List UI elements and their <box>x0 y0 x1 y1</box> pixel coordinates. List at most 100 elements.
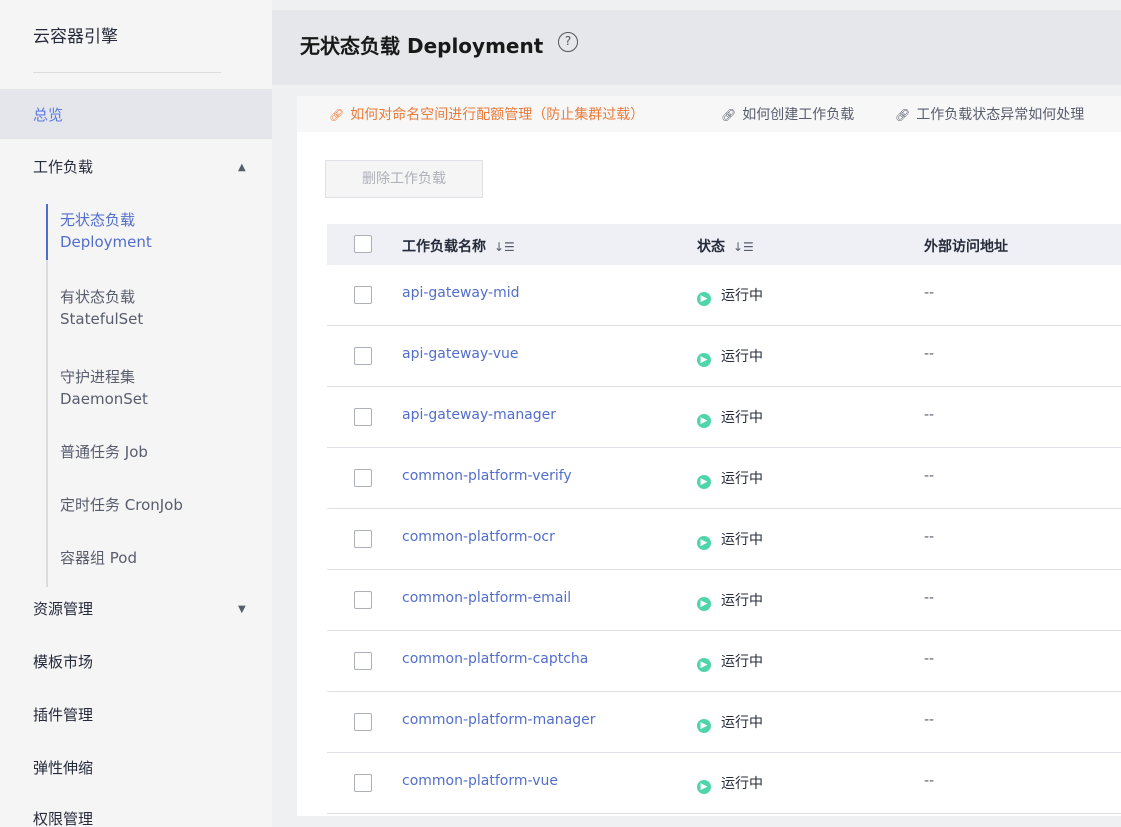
help-icon[interactable]: ? <box>558 32 578 52</box>
nav-permissions[interactable]: 权限管理 <box>0 802 272 827</box>
nav-daemonset-cn: 守护进程集 <box>60 368 136 386</box>
address-cell: -- <box>924 712 935 728</box>
row-checkbox[interactable] <box>354 408 372 426</box>
workload-name-link[interactable]: common-platform-verify <box>402 468 572 484</box>
link-icon: 🔗︎ <box>721 108 737 122</box>
status-text: 运行中 <box>721 776 763 792</box>
nav-daemonset[interactable]: 守护进程集 DaemonSet <box>60 366 148 410</box>
table-row: common-platform-ocr ▶ 运行中 -- <box>327 509 1121 570</box>
row-checkbox[interactable] <box>354 469 372 487</box>
page-title: 无状态负载 Deployment <box>300 34 544 58</box>
nav-scaling[interactable]: 弹性伸缩 <box>0 751 272 787</box>
address-cell: -- <box>924 407 935 423</box>
help-link-abnormal[interactable]: 🔗︎ 工作负载状态异常如何处理 <box>895 104 1084 124</box>
table-row: api-gateway-vue ▶ 运行中 -- <box>327 326 1121 387</box>
status-text: 运行中 <box>721 410 763 426</box>
select-all-checkbox[interactable] <box>354 235 372 253</box>
address-cell: -- <box>924 468 935 484</box>
running-icon: ▶ <box>697 292 711 306</box>
status-cell: ▶ 运行中 <box>697 590 763 611</box>
status-cell: ▶ 运行中 <box>697 651 763 672</box>
running-icon: ▶ <box>697 597 711 611</box>
row-checkbox[interactable] <box>354 347 372 365</box>
address-cell: -- <box>924 773 935 789</box>
running-icon: ▶ <box>697 536 711 550</box>
nav-workload-label: 工作负载 <box>33 158 94 176</box>
nav-deployment[interactable]: 无状态负载 Deployment <box>60 209 152 253</box>
table-header: 工作负载名称 ↓☰ 状态 ↓☰ 外部访问地址 <box>327 224 1121 265</box>
workload-name-link[interactable]: api-gateway-vue <box>402 346 519 362</box>
nav-statefulset-cn: 有状态负载 <box>60 288 136 306</box>
nav-job[interactable]: 普通任务 Job <box>60 441 148 463</box>
help-link-create[interactable]: 🔗︎ 如何创建工作负载 <box>721 104 854 124</box>
workload-name-link[interactable]: api-gateway-manager <box>402 407 556 423</box>
nav-deployment-cn: 无状态负载 <box>60 211 136 229</box>
row-checkbox[interactable] <box>354 774 372 792</box>
row-checkbox[interactable] <box>354 286 372 304</box>
running-icon: ▶ <box>697 353 711 367</box>
workload-name-link[interactable]: common-platform-captcha <box>402 651 588 667</box>
status-cell: ▶ 运行中 <box>697 468 763 489</box>
page-header: 无状态负载 Deployment ? <box>272 10 1121 85</box>
link-icon: 🔗︎ <box>895 108 911 122</box>
workload-name-link[interactable]: common-platform-manager <box>402 712 596 728</box>
row-checkbox[interactable] <box>354 713 372 731</box>
nav-scaling-label: 弹性伸缩 <box>33 759 94 777</box>
status-cell: ▶ 运行中 <box>697 407 763 428</box>
nav-permissions-label: 权限管理 <box>33 810 94 827</box>
nav-plugins[interactable]: 插件管理 <box>0 698 272 734</box>
workload-name-link[interactable]: common-platform-email <box>402 590 571 606</box>
sort-icon[interactable]: ↓☰ <box>494 240 515 254</box>
table-row: api-gateway-mid ▶ 运行中 -- <box>327 265 1121 326</box>
address-cell: -- <box>924 285 935 301</box>
nav-pod[interactable]: 容器组 Pod <box>60 547 137 569</box>
status-text: 运行中 <box>721 593 763 609</box>
brand-title: 云容器引擎 <box>33 27 118 47</box>
row-checkbox[interactable] <box>354 530 372 548</box>
chevron-up-icon: ▲ <box>238 162 246 173</box>
nav-resources-label: 资源管理 <box>33 600 94 618</box>
status-text: 运行中 <box>721 532 763 548</box>
help-link-quota[interactable]: 🔗︎ 如何对命名空间进行配额管理（防止集群过载） <box>329 104 644 124</box>
nav-market[interactable]: 模板市场 <box>0 645 272 681</box>
nav-statefulset[interactable]: 有状态负载 StatefulSet <box>60 286 143 330</box>
column-header-address: 外部访问地址 <box>924 239 1008 255</box>
status-cell: ▶ 运行中 <box>697 346 763 367</box>
nav-cronjob[interactable]: 定时任务 CronJob <box>60 494 183 516</box>
sort-icon[interactable]: ↓☰ <box>733 240 754 254</box>
help-links-bar: 🔗︎ 如何对命名空间进行配额管理（防止集群过载） 🔗︎ 如何创建工作负载 🔗︎ 工作负… <box>297 96 1121 132</box>
nav-daemonset-en: DaemonSet <box>60 390 148 408</box>
address-cell: -- <box>924 651 935 667</box>
status-cell: ▶ 运行中 <box>697 529 763 550</box>
running-icon: ▶ <box>697 414 711 428</box>
status-text: 运行中 <box>721 654 763 670</box>
workload-name-link[interactable]: api-gateway-mid <box>402 285 520 301</box>
table-row: common-platform-manager ▶ 运行中 -- <box>327 692 1121 753</box>
column-header-name-label: 工作负载名称 <box>402 239 486 255</box>
column-header-status[interactable]: 状态 ↓☰ <box>697 236 754 256</box>
main-area: 无状态负载 Deployment ? 🔗︎ 如何对命名空间进行配额管理（防止集群过… <box>272 0 1121 827</box>
help-link-quota-label: 如何对命名空间进行配额管理（防止集群过载） <box>350 107 645 123</box>
column-header-name[interactable]: 工作负载名称 ↓☰ <box>402 236 515 256</box>
address-cell: -- <box>924 590 935 606</box>
nav-resources[interactable]: 资源管理 ▼ <box>0 592 272 628</box>
nav-deployment-en: Deployment <box>60 233 152 251</box>
workload-name-link[interactable]: common-platform-ocr <box>402 529 555 545</box>
nav-overview[interactable]: 总览 <box>0 89 272 139</box>
nav-workload[interactable]: 工作负载 ▲ <box>0 142 272 190</box>
chevron-down-icon: ▼ <box>238 604 246 615</box>
status-cell: ▶ 运行中 <box>697 712 763 733</box>
status-text: 运行中 <box>721 715 763 731</box>
nav-market-label: 模板市场 <box>33 653 94 671</box>
status-cell: ▶ 运行中 <box>697 285 763 306</box>
status-cell: ▶ 运行中 <box>697 773 763 794</box>
divider <box>33 72 221 73</box>
row-checkbox[interactable] <box>354 652 372 670</box>
row-checkbox[interactable] <box>354 591 372 609</box>
content-panel: 🔗︎ 如何对命名空间进行配额管理（防止集群过载） 🔗︎ 如何创建工作负载 🔗︎ 工作负… <box>297 96 1121 816</box>
delete-workload-button[interactable]: 删除工作负载 <box>325 160 483 198</box>
table-row: common-platform-vue ▶ 运行中 -- <box>327 753 1121 814</box>
table-row: common-platform-email ▶ 运行中 -- <box>327 570 1121 631</box>
workload-name-link[interactable]: common-platform-vue <box>402 773 558 789</box>
status-text: 运行中 <box>721 471 763 487</box>
